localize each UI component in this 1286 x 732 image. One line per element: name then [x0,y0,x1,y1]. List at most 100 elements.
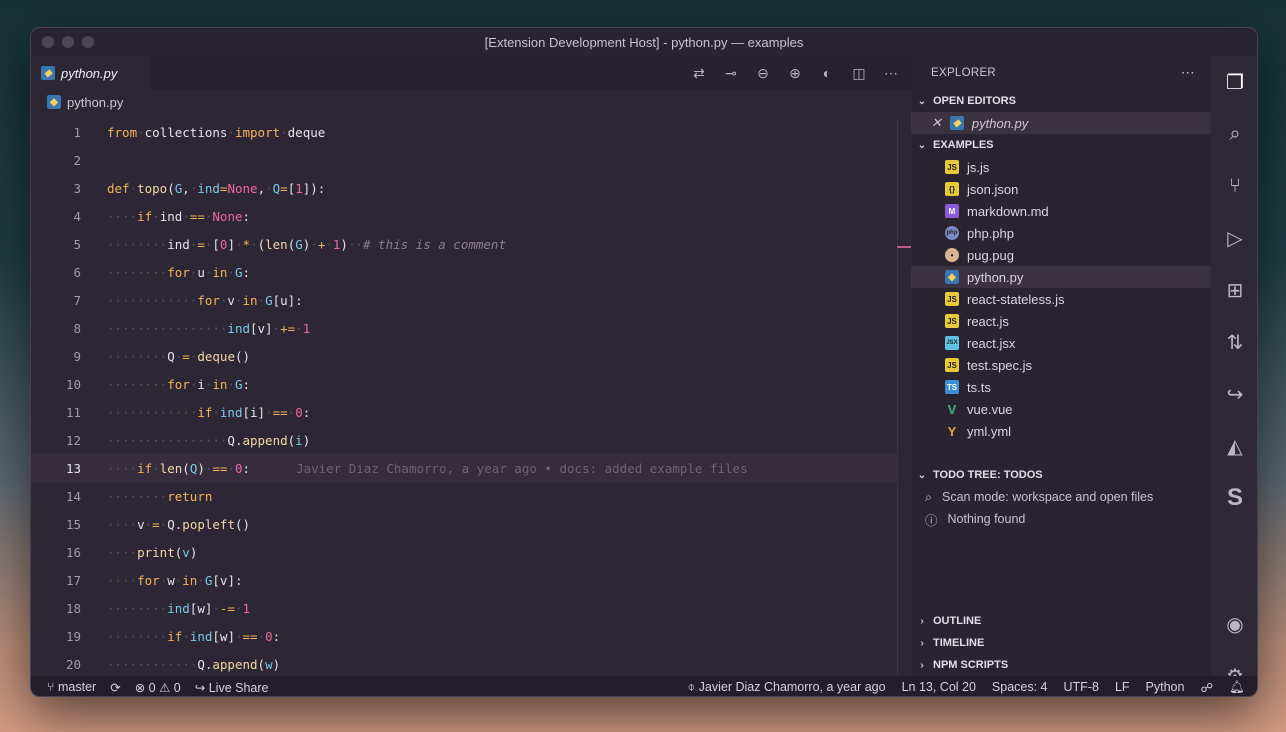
todo-nothing-found: ⓘ Nothing found [911,508,1211,530]
code-line: 14 ········return [31,482,897,510]
encoding[interactable]: UTF-8 [1064,680,1099,694]
code-line: 11 ············if·ind[i]·==·0: [31,398,897,426]
code-line: 1 from·collections·import·deque [31,118,897,146]
section-todo-tree[interactable]: ⌄ TODO TREE: TODOS [911,464,1211,486]
close-icon[interactable]: ✕ [931,115,942,131]
indentation[interactable]: Spaces: 4 [992,680,1048,694]
file-item[interactable]: {} json.json [911,178,1211,200]
more-actions-icon[interactable]: ⋯ [881,65,901,82]
source-control-icon[interactable]: ⑂ [1211,160,1257,212]
code-line: 4 ····if·ind·==·None: [31,202,897,230]
git-graph-icon[interactable]: ◐ [817,65,837,81]
more-icon[interactable]: ⋯ [1181,64,1195,81]
chevron-right-icon: › [920,659,924,671]
jsx-icon: JSX [945,336,959,350]
file-item[interactable]: TS ts.ts [911,376,1211,398]
scrollbar-change-marker [897,246,911,248]
zoom-window-button[interactable] [82,36,94,48]
git-blame-annotation: Javier Diaz Chamorro, a year ago • docs:… [296,460,748,476]
section-timeline[interactable]: › TIMELINE [911,632,1211,654]
search-icon[interactable]: ⌕ [1211,108,1257,160]
branch-indicator[interactable]: ⑂ master [47,680,96,694]
code-line: 19 ········if·ind[w]·==·0: [31,622,897,650]
file-item[interactable]: php php.php [911,222,1211,244]
yaml-icon: Y [947,423,957,439]
notifications-bell-icon[interactable]: 🔔︎ [1229,680,1245,695]
code-line-current: 13 ····if·len(Q)·==·0: Javier Diaz Chamorr… [31,454,897,482]
tab-label: python.py [61,65,118,81]
chevron-right-icon: › [920,615,924,627]
section-npm-scripts[interactable]: › NPM SCRIPTS [911,654,1211,676]
explorer-title: EXPLORER [931,67,997,79]
close-window-button[interactable] [42,36,54,48]
problems-indicator[interactable]: ⊗ 0 ⚠ 0 [135,680,181,695]
tab-python-py[interactable]: ◆ python.py [31,56,151,90]
breadcrumb-file[interactable]: python.py [67,95,123,110]
split-editor-icon[interactable]: ◫ [849,65,869,82]
ts-icon: TS [945,380,959,394]
file-item-selected[interactable]: ◆ python.py [911,266,1211,288]
extensions-icon[interactable]: ⊞ [1211,264,1257,316]
line-number: 20 [65,656,81,672]
run-debug-icon[interactable]: ▷ [1211,212,1257,264]
code-line: 3 def·topo(G,·ind=None,·Q=[1]): [31,174,897,202]
line-number: 9 [73,348,81,364]
next-change-icon[interactable]: ⊕ [785,65,805,82]
js-icon: JS [945,160,959,174]
open-changes-icon[interactable]: ⇄ [689,65,709,82]
live-share-button[interactable]: ↪ Live Share [195,680,269,695]
chevron-down-icon: ⌄ [917,139,927,151]
section-open-editors[interactable]: ⌄ OPEN EDITORS [911,90,1211,112]
info-icon: ⓘ [925,513,938,528]
code-line: 2 [31,146,897,174]
section-outline[interactable]: › OUTLINE [911,610,1211,632]
line-number: 16 [65,544,81,560]
pug-icon: • [945,248,959,262]
blame-status[interactable]: ⌽ Javier Diaz Chamorro, a year ago [688,680,886,695]
line-number: 4 [73,208,81,224]
feedback-icon[interactable]: ☍ [1200,680,1213,695]
explorer-icon[interactable]: ❐ [1211,56,1257,108]
file-item[interactable]: Vvue.vue [911,398,1211,420]
file-item[interactable]: Yyml.yml [911,420,1211,442]
file-item[interactable]: JS test.spec.js [911,354,1211,376]
editor-scrollbar[interactable] [897,118,911,676]
file-item[interactable]: • pug.pug [911,244,1211,266]
docker-icon[interactable]: ◭ [1211,420,1257,472]
line-number: 1 [73,124,81,140]
file-item[interactable]: JS react-stateless.js [911,288,1211,310]
language-mode[interactable]: Python [1146,680,1185,694]
line-number: 10 [65,376,81,392]
open-editor-item[interactable]: ✕ ◆ python.py [911,112,1211,134]
live-share-icon[interactable]: ↪ [1211,368,1257,420]
code-editor[interactable]: 1 from·collections·import·deque 2 3 def·to… [31,118,897,678]
minimize-window-button[interactable] [62,36,74,48]
js-icon: JS [945,358,959,372]
line-number: 3 [73,180,81,196]
pull-requests-icon[interactable]: ⇅ [1211,316,1257,368]
end-of-line[interactable]: LF [1115,680,1130,694]
file-item[interactable]: JS react.js [911,310,1211,332]
activity-bar: ❐ ⌕ ⑂ ▷ ⊞ ⇅ ↪ ◭ S ◉ ⚙ [1211,56,1257,688]
git-branch-icon: ⑂ [47,680,55,694]
file-item[interactable]: JS js.js [911,156,1211,178]
file-item[interactable]: Mmarkdown.md [911,200,1211,222]
s-extension-icon[interactable]: S [1211,472,1257,524]
section-examples[interactable]: ⌄ EXAMPLES [911,134,1211,156]
line-number: 11 [65,404,81,420]
file-item[interactable]: JSX react.jsx [911,332,1211,354]
line-number: 15 [65,516,81,532]
line-number: 14 [65,488,81,504]
todo-scan-mode[interactable]: ⌕ Scan mode: workspace and open files [911,486,1211,508]
account-icon[interactable]: ◉ [1211,598,1257,650]
git-commit-icon[interactable]: ⊸ [721,65,741,82]
chevron-right-icon: › [920,637,924,649]
sync-icon[interactable]: ⟳ [110,680,120,695]
code-line: 6 ········for·u·in·G: [31,258,897,286]
cursor-position[interactable]: Ln 13, Col 20 [902,680,976,694]
warning-icon: ⚠ [159,680,171,695]
previous-change-icon[interactable]: ⊖ [753,65,773,82]
chevron-down-icon: ⌄ [917,469,927,481]
git-commit-icon: ⌽ [687,679,696,694]
code-line: 10 ········for·i·in·G: [31,370,897,398]
